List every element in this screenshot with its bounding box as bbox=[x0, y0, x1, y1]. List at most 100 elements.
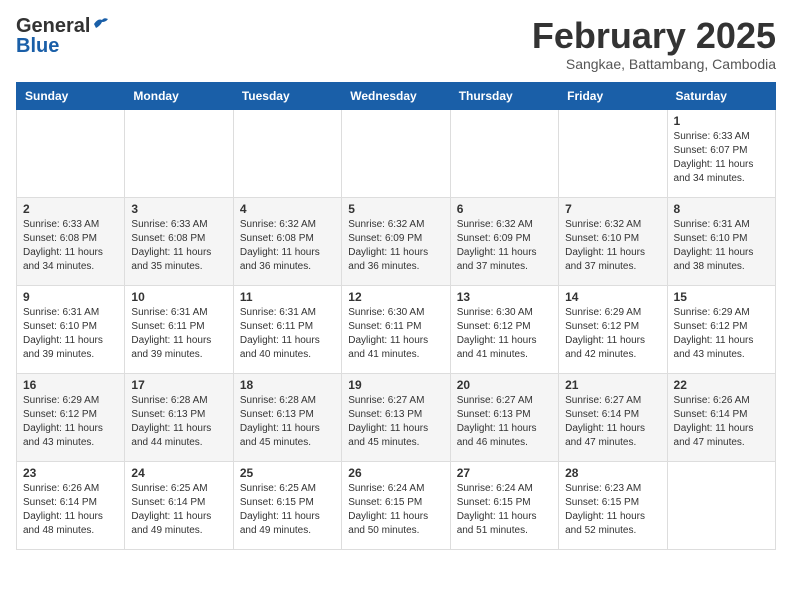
day-number: 20 bbox=[457, 378, 552, 392]
day-number: 27 bbox=[457, 466, 552, 480]
calendar-day-header: Friday bbox=[559, 82, 667, 109]
calendar-cell: 23 Sunrise: 6:26 AM Sunset: 6:14 PM Dayli… bbox=[17, 461, 125, 549]
cell-sun-info: Sunrise: 6:32 AM Sunset: 6:09 PM Dayligh… bbox=[457, 218, 552, 274]
title-section: February 2025 Sangkae, Battambang, Cambo… bbox=[532, 16, 776, 72]
calendar-week-row: 23 Sunrise: 6:26 AM Sunset: 6:14 PM Dayli… bbox=[17, 461, 776, 549]
calendar-day-header: Thursday bbox=[450, 82, 558, 109]
logo: General Blue bbox=[16, 16, 110, 56]
day-number: 12 bbox=[348, 290, 443, 304]
day-number: 26 bbox=[348, 466, 443, 480]
cell-sun-info: Sunrise: 6:26 AM Sunset: 6:14 PM Dayligh… bbox=[23, 482, 118, 538]
cell-sun-info: Sunrise: 6:29 AM Sunset: 6:12 PM Dayligh… bbox=[23, 394, 118, 450]
calendar-cell: 10 Sunrise: 6:31 AM Sunset: 6:11 PM Dayli… bbox=[125, 285, 233, 373]
cell-sun-info: Sunrise: 6:30 AM Sunset: 6:11 PM Dayligh… bbox=[348, 306, 443, 362]
day-number: 17 bbox=[131, 378, 226, 392]
calendar-cell: 9 Sunrise: 6:31 AM Sunset: 6:10 PM Daylig… bbox=[17, 285, 125, 373]
calendar-cell: 24 Sunrise: 6:25 AM Sunset: 6:14 PM Dayli… bbox=[125, 461, 233, 549]
cell-sun-info: Sunrise: 6:27 AM Sunset: 6:13 PM Dayligh… bbox=[457, 394, 552, 450]
cell-sun-info: Sunrise: 6:31 AM Sunset: 6:10 PM Dayligh… bbox=[674, 218, 769, 274]
calendar-cell bbox=[125, 109, 233, 197]
calendar-cell: 4 Sunrise: 6:32 AM Sunset: 6:08 PM Daylig… bbox=[233, 197, 341, 285]
location-text: Sangkae, Battambang, Cambodia bbox=[532, 56, 776, 72]
day-number: 10 bbox=[131, 290, 226, 304]
calendar-cell: 8 Sunrise: 6:31 AM Sunset: 6:10 PM Daylig… bbox=[667, 197, 775, 285]
cell-sun-info: Sunrise: 6:31 AM Sunset: 6:11 PM Dayligh… bbox=[240, 306, 335, 362]
cell-sun-info: Sunrise: 6:32 AM Sunset: 6:09 PM Dayligh… bbox=[348, 218, 443, 274]
day-number: 13 bbox=[457, 290, 552, 304]
day-number: 16 bbox=[23, 378, 118, 392]
calendar-cell: 6 Sunrise: 6:32 AM Sunset: 6:09 PM Daylig… bbox=[450, 197, 558, 285]
day-number: 1 bbox=[674, 114, 769, 128]
day-number: 22 bbox=[674, 378, 769, 392]
calendar-week-row: 2Sunrise: 6:33 AM Sunset: 6:08 PM Daylig… bbox=[17, 197, 776, 285]
page-header: General Blue February 2025 Sangkae, Batt… bbox=[16, 16, 776, 72]
cell-sun-info: Sunrise: 6:23 AM Sunset: 6:15 PM Dayligh… bbox=[565, 482, 660, 538]
calendar-cell: 27 Sunrise: 6:24 AM Sunset: 6:15 PM Dayli… bbox=[450, 461, 558, 549]
calendar-cell bbox=[667, 461, 775, 549]
day-number: 19 bbox=[348, 378, 443, 392]
calendar-cell: 12 Sunrise: 6:30 AM Sunset: 6:11 PM Dayli… bbox=[342, 285, 450, 373]
logo-bird-icon bbox=[92, 16, 110, 32]
calendar-cell bbox=[233, 109, 341, 197]
calendar-header-row: SundayMondayTuesdayWednesdayThursdayFrid… bbox=[17, 82, 776, 109]
calendar-cell: 14 Sunrise: 6:29 AM Sunset: 6:12 PM Dayli… bbox=[559, 285, 667, 373]
calendar-table: SundayMondayTuesdayWednesdayThursdayFrid… bbox=[16, 82, 776, 550]
cell-sun-info: Sunrise: 6:32 AM Sunset: 6:08 PM Dayligh… bbox=[240, 218, 335, 274]
calendar-day-header: Sunday bbox=[17, 82, 125, 109]
day-number: 14 bbox=[565, 290, 660, 304]
calendar-cell: 13 Sunrise: 6:30 AM Sunset: 6:12 PM Dayli… bbox=[450, 285, 558, 373]
cell-sun-info: Sunrise: 6:24 AM Sunset: 6:15 PM Dayligh… bbox=[457, 482, 552, 538]
calendar-cell: 18Sunrise: 6:28 AM Sunset: 6:13 PM Dayli… bbox=[233, 373, 341, 461]
cell-sun-info: Sunrise: 6:25 AM Sunset: 6:14 PM Dayligh… bbox=[131, 482, 226, 538]
logo-general-text: General bbox=[16, 16, 90, 36]
day-number: 21 bbox=[565, 378, 660, 392]
calendar-day-header: Tuesday bbox=[233, 82, 341, 109]
day-number: 25 bbox=[240, 466, 335, 480]
calendar-cell: 25 Sunrise: 6:25 AM Sunset: 6:15 PM Dayli… bbox=[233, 461, 341, 549]
day-number: 8 bbox=[674, 202, 769, 216]
cell-sun-info: Sunrise: 6:29 AM Sunset: 6:12 PM Dayligh… bbox=[674, 306, 769, 362]
cell-sun-info: Sunrise: 6:33 AM Sunset: 6:08 PM Dayligh… bbox=[23, 218, 118, 274]
calendar-cell bbox=[17, 109, 125, 197]
cell-sun-info: Sunrise: 6:26 AM Sunset: 6:14 PM Dayligh… bbox=[674, 394, 769, 450]
day-number: 18 bbox=[240, 378, 335, 392]
calendar-cell: 2Sunrise: 6:33 AM Sunset: 6:08 PM Daylig… bbox=[17, 197, 125, 285]
day-number: 6 bbox=[457, 202, 552, 216]
calendar-cell: 15 Sunrise: 6:29 AM Sunset: 6:12 PM Dayli… bbox=[667, 285, 775, 373]
cell-sun-info: Sunrise: 6:31 AM Sunset: 6:11 PM Dayligh… bbox=[131, 306, 226, 362]
cell-sun-info: Sunrise: 6:25 AM Sunset: 6:15 PM Dayligh… bbox=[240, 482, 335, 538]
day-number: 24 bbox=[131, 466, 226, 480]
calendar-cell: 26 Sunrise: 6:24 AM Sunset: 6:15 PM Dayli… bbox=[342, 461, 450, 549]
calendar-cell: 19 Sunrise: 6:27 AM Sunset: 6:13 PM Dayli… bbox=[342, 373, 450, 461]
day-number: 11 bbox=[240, 290, 335, 304]
day-number: 5 bbox=[348, 202, 443, 216]
calendar-cell: 11 Sunrise: 6:31 AM Sunset: 6:11 PM Dayli… bbox=[233, 285, 341, 373]
cell-sun-info: Sunrise: 6:27 AM Sunset: 6:13 PM Dayligh… bbox=[348, 394, 443, 450]
cell-sun-info: Sunrise: 6:29 AM Sunset: 6:12 PM Dayligh… bbox=[565, 306, 660, 362]
cell-sun-info: Sunrise: 6:27 AM Sunset: 6:14 PM Dayligh… bbox=[565, 394, 660, 450]
cell-sun-info: Sunrise: 6:33 AM Sunset: 6:08 PM Dayligh… bbox=[131, 218, 226, 274]
calendar-cell bbox=[342, 109, 450, 197]
cell-sun-info: Sunrise: 6:32 AM Sunset: 6:10 PM Dayligh… bbox=[565, 218, 660, 274]
cell-sun-info: Sunrise: 6:28 AM Sunset: 6:13 PM Dayligh… bbox=[131, 394, 226, 450]
cell-sun-info: Sunrise: 6:31 AM Sunset: 6:10 PM Dayligh… bbox=[23, 306, 118, 362]
calendar-cell bbox=[559, 109, 667, 197]
day-number: 28 bbox=[565, 466, 660, 480]
calendar-cell: 16 Sunrise: 6:29 AM Sunset: 6:12 PM Dayli… bbox=[17, 373, 125, 461]
cell-sun-info: Sunrise: 6:24 AM Sunset: 6:15 PM Dayligh… bbox=[348, 482, 443, 538]
cell-sun-info: Sunrise: 6:33 AM Sunset: 6:07 PM Dayligh… bbox=[674, 130, 769, 186]
calendar-cell: 7Sunrise: 6:32 AM Sunset: 6:10 PM Daylig… bbox=[559, 197, 667, 285]
calendar-cell: 28 Sunrise: 6:23 AM Sunset: 6:15 PM Dayli… bbox=[559, 461, 667, 549]
calendar-cell: 17 Sunrise: 6:28 AM Sunset: 6:13 PM Dayli… bbox=[125, 373, 233, 461]
calendar-cell: 5 Sunrise: 6:32 AM Sunset: 6:09 PM Daylig… bbox=[342, 197, 450, 285]
calendar-cell: 20 Sunrise: 6:27 AM Sunset: 6:13 PM Dayli… bbox=[450, 373, 558, 461]
cell-sun-info: Sunrise: 6:30 AM Sunset: 6:12 PM Dayligh… bbox=[457, 306, 552, 362]
day-number: 4 bbox=[240, 202, 335, 216]
day-number: 15 bbox=[674, 290, 769, 304]
calendar-cell bbox=[450, 109, 558, 197]
calendar-cell: 21 Sunrise: 6:27 AM Sunset: 6:14 PM Dayli… bbox=[559, 373, 667, 461]
day-number: 9 bbox=[23, 290, 118, 304]
day-number: 23 bbox=[23, 466, 118, 480]
day-number: 3 bbox=[131, 202, 226, 216]
logo-blue-text: Blue bbox=[16, 36, 59, 56]
